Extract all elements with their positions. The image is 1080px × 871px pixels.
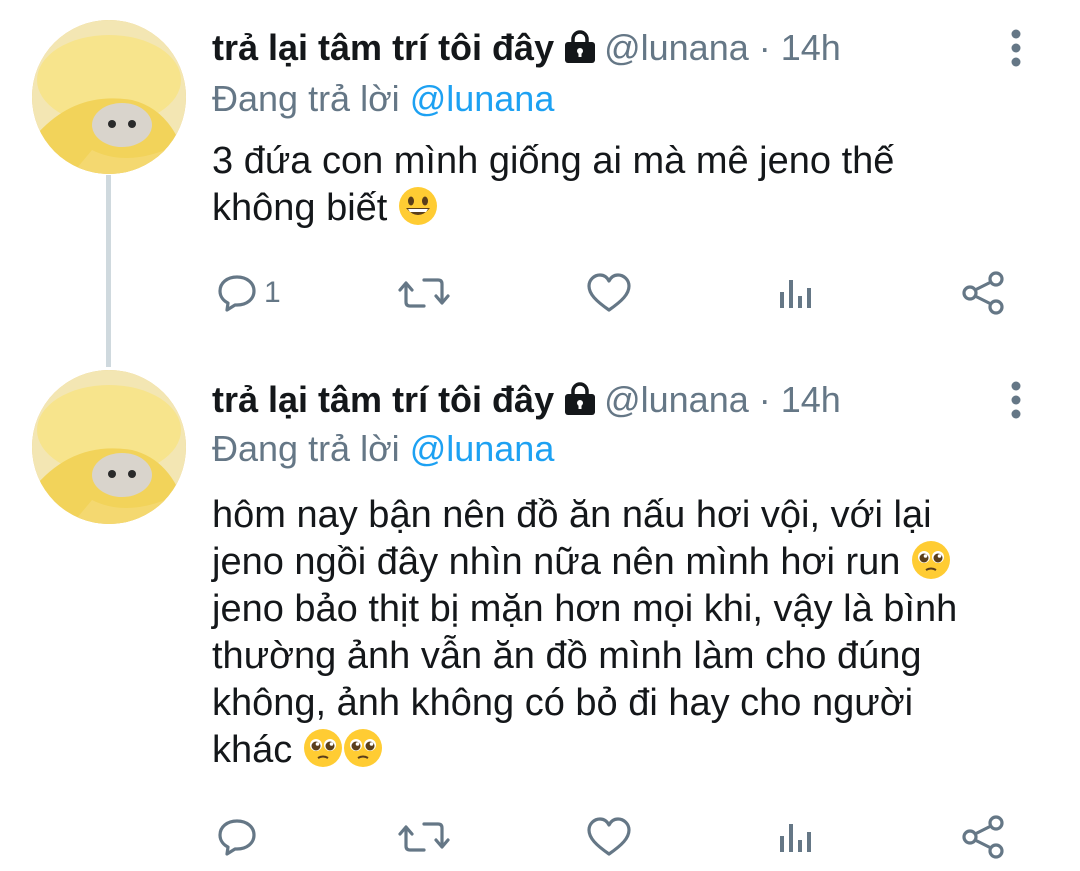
retweet-button[interactable]	[398, 812, 450, 862]
more-icon	[1011, 29, 1021, 67]
avatar-image	[32, 20, 186, 174]
pleading-face-emoji	[911, 540, 951, 580]
timestamp[interactable]: 14h	[781, 379, 841, 421]
tweet-text-line: jeno ngồi đây nhìn nữa nên mình hơi run	[212, 539, 1042, 586]
analytics-button[interactable]	[776, 268, 816, 318]
avatar[interactable]	[32, 20, 186, 174]
analytics-button[interactable]	[776, 812, 816, 862]
mention-link[interactable]: @lunana	[410, 428, 555, 469]
tweet-text: hôm nay bận nên đồ ăn nấu hơi vội, với l…	[212, 492, 1042, 774]
tweet-header: trả lại tâm trí tôi đây @lunana · 14h	[212, 24, 841, 72]
separator-dot: ·	[758, 379, 771, 420]
replying-to: Đang trả lời @lunana	[212, 428, 554, 470]
tweet-text-line: không biết	[212, 185, 1042, 232]
share-icon	[962, 271, 1004, 315]
tweet-text: 3 đứa con mình giống ai mà mê jeno thế k…	[212, 138, 1042, 232]
replying-to: Đang trả lời @lunana	[212, 78, 554, 120]
more-options-button[interactable]	[1006, 376, 1026, 424]
retweet-button[interactable]	[398, 268, 450, 318]
like-button[interactable]	[586, 812, 632, 862]
tweet-text-line: jeno bảo thịt bị mặn hơn mọi khi, vậy là…	[212, 588, 958, 630]
reply-button[interactable]: 1	[216, 268, 281, 318]
retweet-icon	[398, 822, 450, 852]
tweet-text-line: thường ảnh vẫn ăn đồ mình làm cho đúng	[212, 635, 922, 677]
share-button[interactable]	[960, 268, 1006, 318]
reply-button[interactable]	[216, 812, 264, 862]
avatar[interactable]	[32, 370, 186, 524]
retweet-icon	[398, 278, 450, 308]
grinning-face-emoji	[398, 186, 438, 226]
replying-to-label: Đang trả lời	[212, 428, 400, 469]
tweet-text-line: khác	[212, 727, 1042, 774]
share-icon	[962, 815, 1004, 859]
thread-connector-line	[106, 175, 111, 367]
tweet-header: trả lại tâm trí tôi đây @lunana · 14h	[212, 376, 841, 424]
share-button[interactable]	[960, 812, 1006, 862]
pleading-face-emoji	[343, 728, 383, 768]
mention-link[interactable]: @lunana	[410, 78, 555, 119]
tweet-actions: 1	[212, 268, 1012, 318]
timestamp[interactable]: 14h	[781, 27, 841, 69]
separator-dot: ·	[758, 27, 771, 68]
replying-to-label: Đang trả lời	[212, 78, 400, 119]
more-options-button[interactable]	[1006, 24, 1026, 72]
author-name[interactable]: trả lại tâm trí tôi đây	[212, 27, 554, 69]
author-handle[interactable]: @lunana	[604, 27, 749, 69]
like-icon	[587, 273, 631, 312]
lock-icon	[562, 30, 598, 66]
reply-icon	[218, 275, 256, 312]
tweet-text-line: không, ảnh không có bỏ đi hay cho người	[212, 682, 914, 724]
lock-icon	[562, 382, 598, 418]
analytics-icon	[780, 824, 811, 852]
like-icon	[587, 817, 631, 856]
tweet-text-line: 3 đứa con mình giống ai mà mê jeno thế	[212, 140, 895, 182]
tweet-actions	[212, 812, 1012, 862]
reply-count: 1	[264, 276, 281, 309]
reply-icon	[218, 819, 256, 856]
tweet-text-line: hôm nay bận nên đồ ăn nấu hơi vội, với l…	[212, 494, 932, 536]
more-icon	[1011, 381, 1021, 419]
author-handle[interactable]: @lunana	[604, 379, 749, 421]
pleading-face-emoji	[303, 728, 343, 768]
avatar-image	[32, 370, 186, 524]
analytics-icon	[780, 280, 811, 308]
like-button[interactable]	[586, 268, 632, 318]
author-name[interactable]: trả lại tâm trí tôi đây	[212, 379, 554, 421]
